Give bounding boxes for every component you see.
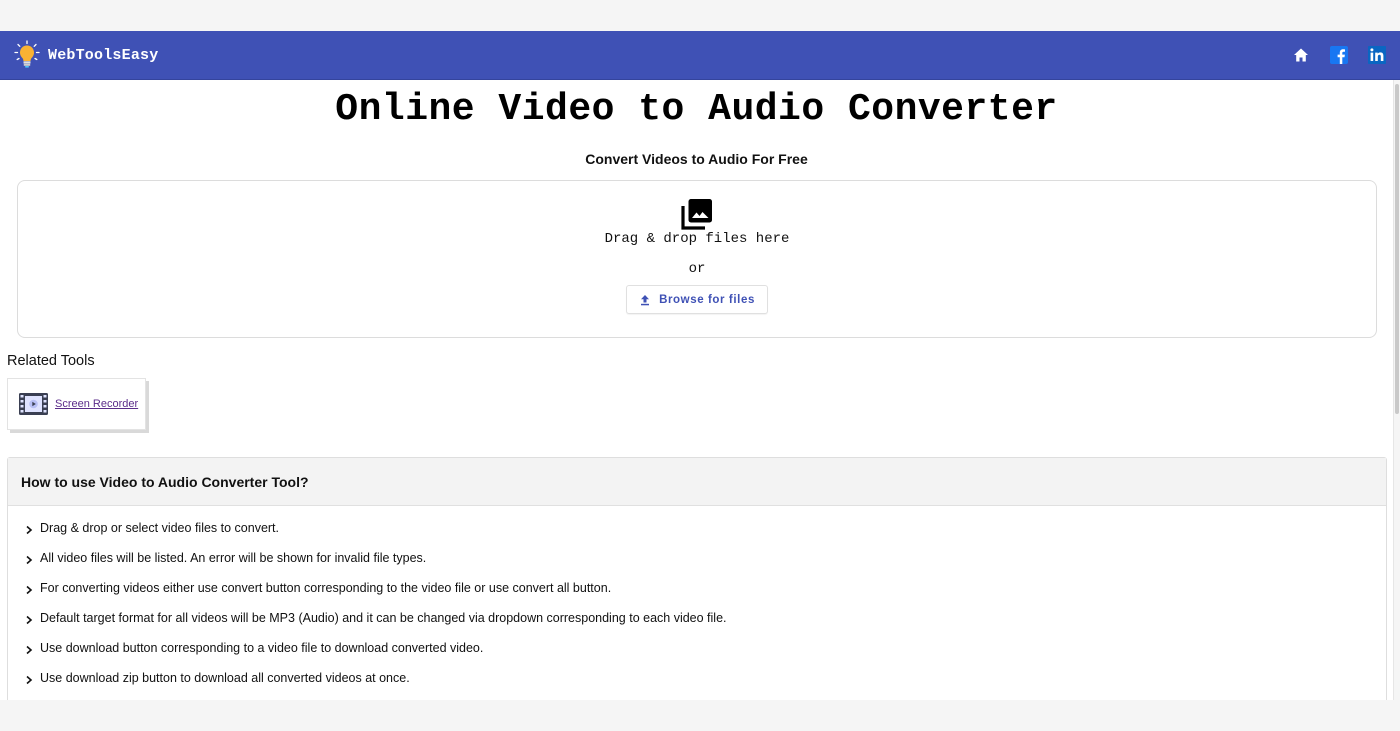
- how-to-step-text: Use download zip button to download all …: [40, 671, 410, 685]
- how-to-step: For converting videos either use convert…: [24, 573, 1386, 603]
- related-tool-card[interactable]: Screen Recorder: [7, 378, 146, 430]
- brand-name: WebToolsEasy: [48, 46, 159, 64]
- chevron-right-icon: [26, 525, 33, 534]
- chevron-right-icon: [26, 615, 33, 624]
- screen-recorder-link[interactable]: Screen Recorder: [55, 398, 138, 410]
- chevron-right-icon: [26, 675, 33, 684]
- how-to-step-text: Use download button corresponding to a v…: [40, 641, 484, 655]
- lightbulb-icon: [14, 40, 40, 68]
- navbar: WebToolsEasy: [0, 31, 1400, 80]
- brand-link[interactable]: WebToolsEasy: [14, 40, 158, 70]
- file-dropzone[interactable]: Drag & drop files here or Browse for fil…: [17, 180, 1377, 338]
- how-to-step-text: Drag & drop or select video files to con…: [40, 521, 280, 535]
- browse-files-label: Browse for files: [659, 293, 755, 306]
- scrollbar-thumb[interactable]: [1395, 84, 1399, 414]
- related-tools-title: Related Tools: [7, 353, 95, 369]
- vertical-scrollbar[interactable]: [1393, 80, 1400, 700]
- browser-top-strip: [0, 0, 1400, 31]
- how-to-panel: How to use Video to Audio Converter Tool…: [7, 457, 1387, 700]
- chevron-right-icon: [26, 645, 33, 654]
- main-content: Online Video to Audio Converter Convert …: [0, 80, 1393, 700]
- linkedin-icon[interactable]: [1368, 46, 1386, 64]
- how-to-step: Use download button corresponding to a v…: [24, 633, 1386, 663]
- chevron-right-icon: [26, 585, 33, 594]
- home-icon[interactable]: [1292, 46, 1310, 64]
- page-subtitle: Convert Videos to Audio For Free: [585, 151, 808, 167]
- dropzone-or: or: [688, 261, 706, 277]
- page-title: Online Video to Audio Converter: [335, 88, 1058, 131]
- dropzone-text: Drag & drop files here: [604, 231, 790, 247]
- nav-icons: [1272, 46, 1386, 64]
- photo-library-icon: [681, 199, 712, 230]
- chevron-right-icon: [26, 555, 33, 564]
- how-to-step: Drag & drop or select video files to con…: [24, 513, 1386, 543]
- how-to-step-text: For converting videos either use convert…: [40, 581, 612, 595]
- how-to-step-text: All video files will be listed. An error…: [40, 551, 427, 565]
- how-to-steps: Drag & drop or select video files to con…: [8, 506, 1386, 693]
- facebook-icon[interactable]: [1330, 46, 1348, 64]
- how-to-title: How to use Video to Audio Converter Tool…: [8, 458, 1386, 506]
- video-film-icon: [19, 393, 48, 415]
- how-to-step: All video files will be listed. An error…: [24, 543, 1386, 573]
- how-to-step: Use download zip button to download all …: [24, 663, 1386, 693]
- upload-icon: [641, 294, 650, 305]
- how-to-step-text: Default target format for all videos wil…: [40, 611, 727, 625]
- browse-files-button[interactable]: Browse for files: [626, 285, 768, 314]
- how-to-step: Default target format for all videos wil…: [24, 603, 1386, 633]
- browser-bottom-strip: [0, 700, 1400, 731]
